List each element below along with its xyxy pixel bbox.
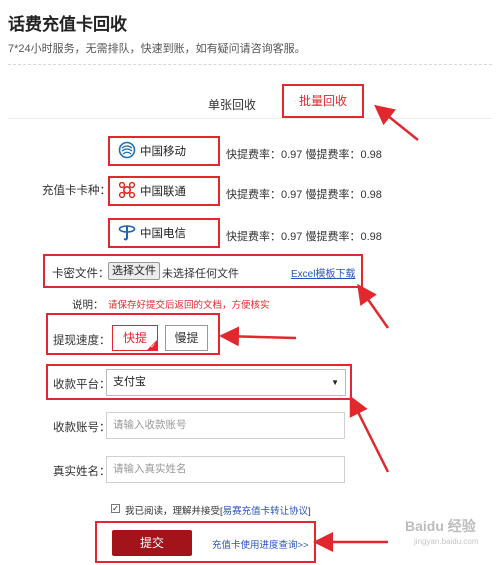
card-type-label: 充值卡卡种： bbox=[42, 185, 111, 197]
page-title: 话费充值卡回收 bbox=[8, 15, 127, 34]
speed-label: 提现速度： bbox=[53, 335, 111, 347]
carrier-name: 中国联通 bbox=[140, 186, 186, 198]
note-text: 请保存好提交后返回的文档，方便核实 bbox=[108, 300, 270, 311]
speed-fast-option[interactable]: 快提 ✓ bbox=[112, 325, 158, 351]
divider bbox=[8, 64, 492, 65]
check-icon: ✓ bbox=[150, 343, 156, 350]
choose-file-button[interactable]: 选择文件 bbox=[108, 262, 160, 280]
agree-label: 我已阅读，理解并接受[ bbox=[125, 506, 223, 517]
tab-underline bbox=[8, 118, 492, 119]
platform-select[interactable]: 支付宝 ▼ bbox=[106, 369, 346, 396]
china-mobile-icon bbox=[118, 141, 140, 162]
agree-checkbox[interactable]: ✓ bbox=[111, 504, 120, 513]
rate-text-mobile: 快提费率：0.97 慢提费率：0.98 bbox=[226, 149, 382, 161]
arrow-platform bbox=[349, 395, 390, 473]
china-unicom-icon bbox=[118, 181, 140, 202]
submit-button[interactable]: 提交 bbox=[112, 530, 192, 556]
excel-template-link[interactable]: Excel模板下载 bbox=[291, 265, 355, 280]
speed-slow-option[interactable]: 慢提 bbox=[165, 325, 208, 351]
agree-end: ] bbox=[308, 506, 311, 517]
page-subtitle: 7*24小时服务，无需排队，快速到账，如有疑问请咨询客服。 bbox=[8, 43, 306, 55]
arrow-speed bbox=[219, 326, 297, 347]
baidu-watermark: Baidu 经验 bbox=[405, 518, 476, 534]
speed-fast-label: 快提 bbox=[122, 331, 147, 345]
account-label: 收款账号： bbox=[53, 422, 111, 434]
tab-single-recycle[interactable]: 单张回收 bbox=[208, 96, 256, 113]
agree-text: 我已阅读，理解并接受[易赛充值卡转让协议] bbox=[125, 503, 311, 517]
file-label: 卡密文件： bbox=[52, 268, 110, 280]
dropdown-caret-icon: ▼ bbox=[331, 378, 339, 387]
note-label: 说明： bbox=[72, 299, 104, 311]
rate-text-telecom: 快提费率：0.97 慢提费率：0.98 bbox=[226, 231, 382, 243]
agreement-link[interactable]: 易赛充值卡转让协议 bbox=[223, 506, 309, 517]
name-input[interactable]: 请输入真实姓名 bbox=[106, 456, 345, 483]
carrier-china-mobile[interactable]: 中国移动 bbox=[108, 136, 220, 166]
china-telecom-icon bbox=[118, 223, 140, 244]
arrow-file bbox=[357, 283, 390, 329]
account-input[interactable]: 请输入收款账号 bbox=[106, 412, 345, 439]
watermark-url: jingyan.baidu.com bbox=[414, 537, 479, 546]
carrier-name: 中国移动 bbox=[140, 146, 186, 158]
progress-query-link[interactable]: 充值卡使用进度查询>> bbox=[212, 537, 309, 551]
platform-value: 支付宝 bbox=[113, 376, 146, 388]
platform-label: 收款平台： bbox=[53, 379, 111, 391]
carrier-china-telecom[interactable]: 中国电信 bbox=[108, 218, 220, 248]
name-label: 真实姓名： bbox=[53, 466, 111, 478]
arrow-tab bbox=[374, 104, 419, 141]
tab-batch-recycle[interactable]: 批量回收 bbox=[282, 84, 364, 118]
carrier-china-unicom[interactable]: 中国联通 bbox=[108, 176, 220, 206]
rate-text-unicom: 快提费率：0.97 慢提费率：0.98 bbox=[226, 189, 382, 201]
file-status: 未选择任何文件 bbox=[162, 268, 239, 280]
carrier-name: 中国电信 bbox=[140, 228, 186, 240]
